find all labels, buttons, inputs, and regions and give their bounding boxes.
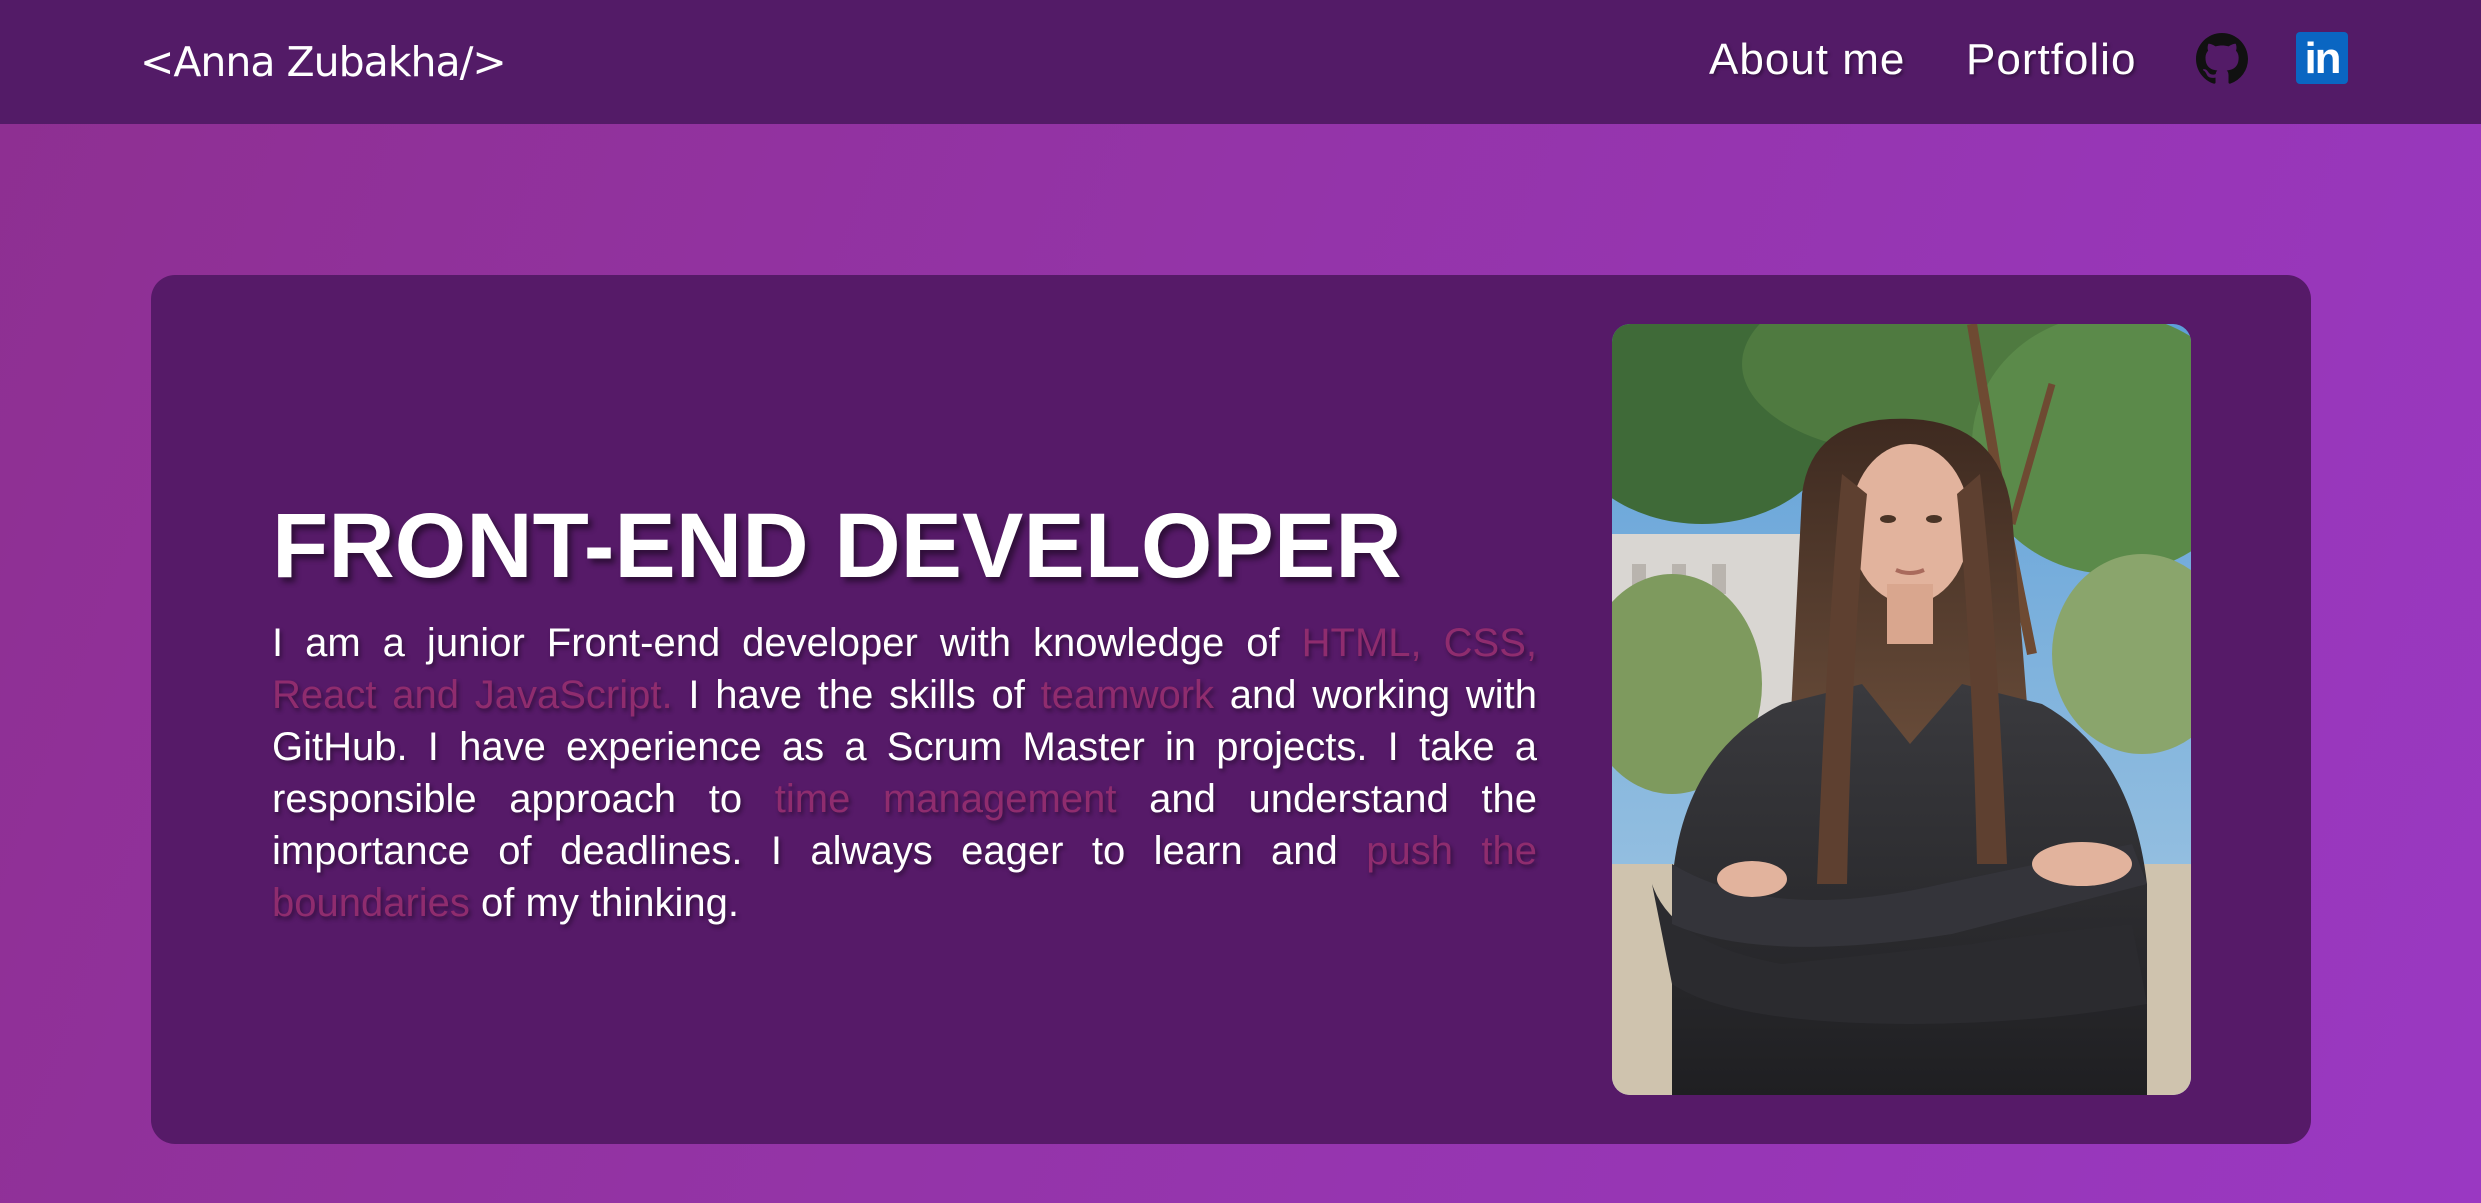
github-icon[interactable]	[2196, 33, 2248, 85]
hero-title: FRONT-END DEVELOPER	[272, 495, 1402, 597]
hero-text-part: I have the skills of	[672, 673, 1041, 717]
nav-link-about-me[interactable]: About me	[1709, 32, 1905, 88]
nav-link-portfolio[interactable]: Portfolio	[1966, 32, 2136, 88]
github-icon-graphic	[2196, 33, 2248, 84]
hero-text-part: of my thinking.	[469, 881, 739, 925]
highlight-teamwork: teamwork	[1040, 673, 1215, 717]
hero-description: I am a junior Front-end developer with k…	[272, 617, 1537, 929]
hero-text-part: I am a junior Front-end developer with k…	[272, 621, 1302, 665]
profile-photo	[1612, 324, 2191, 1095]
navbar: <Anna Zubakha/> About me Portfolio in	[0, 0, 2481, 124]
site-logo[interactable]: <Anna Zubakha/>	[140, 34, 507, 90]
hero-card: FRONT-END DEVELOPER I am a junior Front-…	[151, 275, 2311, 1144]
profile-photo-illustration	[1612, 324, 2191, 1095]
linkedin-icon[interactable]: in	[2296, 32, 2348, 84]
highlight-time-management: time management	[774, 777, 1117, 821]
